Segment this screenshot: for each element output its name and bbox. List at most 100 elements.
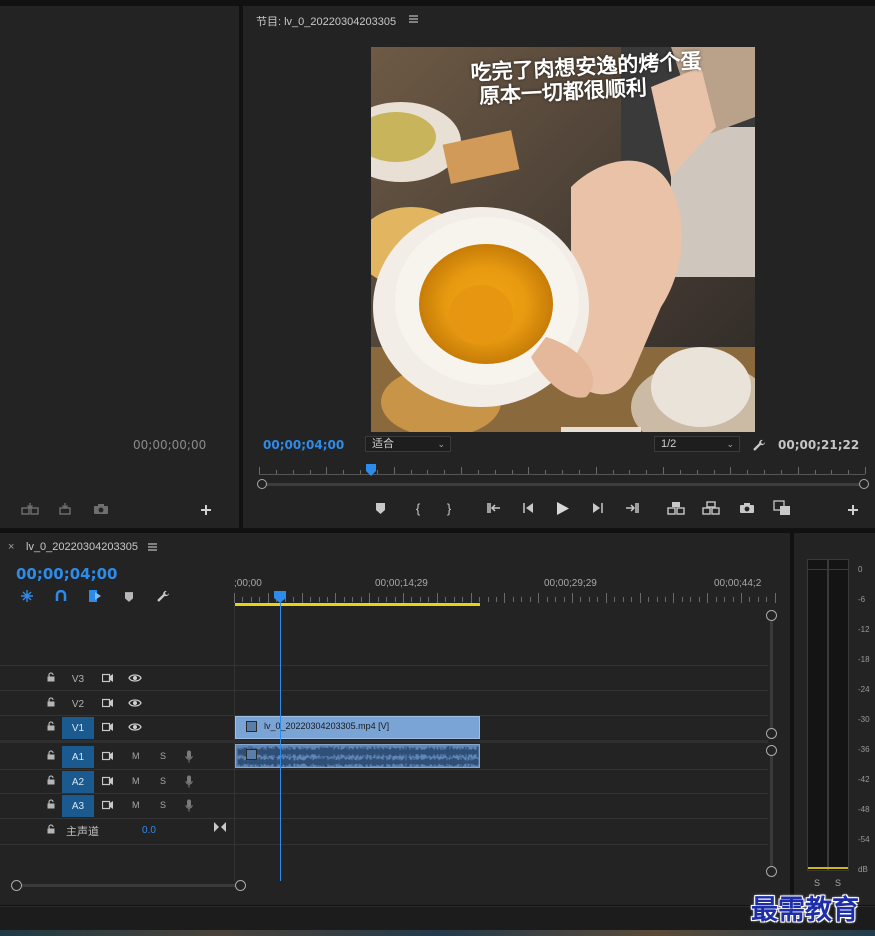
lock-icon[interactable]	[47, 697, 55, 710]
program-scroll-start-handle[interactable]	[257, 479, 267, 489]
program-playhead[interactable]	[366, 464, 377, 476]
track-label-v3[interactable]: V3	[62, 668, 94, 690]
nest-icon[interactable]	[18, 588, 36, 604]
ruler-tick	[724, 597, 726, 602]
sync-lock-icon[interactable]	[101, 698, 114, 711]
meter-level-bar	[808, 867, 848, 869]
ruler-tick	[713, 470, 715, 474]
track-header-a1[interactable]: A1 M S	[0, 745, 234, 769]
time-ruler[interactable]: ;00;00 00;00;14;29 00;00;29;29 00;00;44;…	[234, 573, 776, 605]
resolution-dropdown[interactable]: 1/2 ⌄	[654, 436, 740, 452]
go-to-edit-icon[interactable]	[214, 822, 226, 835]
comparison-view-icon[interactable]	[771, 499, 793, 517]
sequence-tab-title[interactable]: lv_0_20220304203305	[26, 541, 138, 553]
mark-in-icon[interactable]: {	[411, 500, 425, 516]
snap-magnet-icon[interactable]	[52, 588, 70, 604]
add-marker-icon[interactable]	[121, 589, 137, 605]
scroll-handle[interactable]	[766, 866, 777, 877]
sync-lock-icon[interactable]	[101, 673, 114, 686]
mark-out-icon[interactable]: }	[442, 500, 456, 516]
sync-lock-icon[interactable]	[101, 800, 114, 813]
step-back-icon[interactable]	[519, 500, 537, 516]
timeline-current-timecode[interactable]: 00;00;04;00	[16, 565, 118, 583]
solo-button[interactable]: S	[160, 800, 166, 810]
track-header-v3[interactable]: V3	[0, 667, 234, 691]
hamburger-icon[interactable]	[407, 14, 419, 24]
track-header-a2[interactable]: A2 M S	[0, 770, 234, 794]
timeline-playhead-line	[280, 601, 281, 881]
hamburger-icon[interactable]	[146, 542, 158, 552]
camera-icon[interactable]	[91, 500, 111, 518]
video-tracks-scrollbar[interactable]	[770, 611, 773, 735]
microphone-icon[interactable]	[185, 750, 193, 766]
play-icon[interactable]	[554, 499, 572, 517]
step-forward-icon[interactable]	[589, 500, 607, 516]
scroll-handle[interactable]	[766, 728, 777, 739]
fit-dropdown[interactable]: 适合 ⌄	[365, 436, 451, 452]
extract-icon[interactable]	[701, 500, 721, 516]
sync-lock-icon[interactable]	[101, 722, 114, 735]
eye-icon[interactable]	[128, 698, 142, 711]
ruler-tick	[562, 470, 563, 474]
program-scroll-end-handle[interactable]	[859, 479, 869, 489]
add-marker-icon[interactable]	[373, 500, 387, 516]
audio-tracks-scrollbar[interactable]	[770, 746, 773, 874]
lock-icon[interactable]	[47, 824, 55, 837]
solo-left-button[interactable]: S	[814, 878, 820, 888]
program-scroll-track[interactable]	[265, 483, 861, 486]
export-frame-icon[interactable]	[737, 500, 757, 516]
close-tab-icon[interactable]: ×	[8, 541, 14, 553]
lock-icon[interactable]	[47, 672, 55, 685]
timeline-horizontal-scrollbar[interactable]	[16, 884, 242, 887]
go-to-in-icon[interactable]	[485, 500, 503, 516]
track-header-v2[interactable]: V2	[0, 692, 234, 716]
ruler-tick	[293, 597, 295, 602]
sync-lock-icon[interactable]	[101, 751, 114, 764]
scroll-handle[interactable]	[11, 880, 22, 891]
go-to-out-icon[interactable]	[623, 500, 641, 516]
overwrite-icon[interactable]	[55, 500, 75, 518]
microphone-icon[interactable]	[185, 775, 193, 791]
program-ruler[interactable]	[259, 465, 866, 475]
insert-icon[interactable]	[20, 500, 40, 518]
eye-icon[interactable]	[128, 673, 142, 686]
lock-icon[interactable]	[47, 750, 55, 763]
lock-icon[interactable]	[47, 775, 55, 788]
solo-button[interactable]: S	[160, 751, 166, 761]
wrench-icon[interactable]	[751, 437, 767, 453]
scroll-handle[interactable]	[235, 880, 246, 891]
audio-clip[interactable]	[235, 744, 480, 768]
linked-selection-icon[interactable]	[86, 588, 104, 604]
program-current-timecode[interactable]: 00;00;04;00	[263, 438, 344, 452]
add-button-icon[interactable]	[198, 502, 214, 518]
track-label-a1[interactable]: A1	[62, 746, 94, 768]
wrench-icon[interactable]	[155, 588, 171, 604]
lock-icon[interactable]	[47, 799, 55, 812]
solo-right-button[interactable]: S	[835, 878, 841, 888]
sync-lock-icon[interactable]	[101, 776, 114, 789]
meter-channel-left	[807, 559, 828, 871]
solo-button[interactable]: S	[160, 776, 166, 786]
microphone-icon[interactable]	[185, 799, 193, 815]
mute-button[interactable]: M	[132, 800, 140, 810]
track-label-v2[interactable]: V2	[62, 693, 94, 715]
eye-icon[interactable]	[128, 722, 142, 735]
track-header-master[interactable]: 主声道 0.0	[0, 819, 234, 843]
add-button-icon[interactable]	[845, 502, 861, 518]
mute-button[interactable]: M	[132, 776, 140, 786]
lock-icon[interactable]	[47, 721, 55, 734]
scroll-handle[interactable]	[766, 610, 777, 621]
track-label-v1[interactable]: V1	[62, 717, 94, 739]
track-header-v1[interactable]: V1	[0, 716, 234, 740]
video-clip[interactable]: lv_0_20220304203305.mp4 [V]	[235, 716, 480, 739]
lift-icon[interactable]	[666, 500, 686, 516]
track-header-a3[interactable]: A3 M S	[0, 794, 234, 818]
work-area-bar[interactable]	[235, 603, 480, 606]
mute-button[interactable]: M	[132, 751, 140, 761]
master-volume-value[interactable]: 0.0	[142, 825, 156, 836]
ruler-label: 00;00;14;29	[375, 578, 428, 589]
scroll-handle[interactable]	[766, 745, 777, 756]
track-label-a2[interactable]: A2	[62, 771, 94, 793]
video-frame[interactable]: 吃完了肉想安逸的烤个蛋 原本一切都很顺利	[371, 47, 755, 432]
track-label-a3[interactable]: A3	[62, 795, 94, 817]
